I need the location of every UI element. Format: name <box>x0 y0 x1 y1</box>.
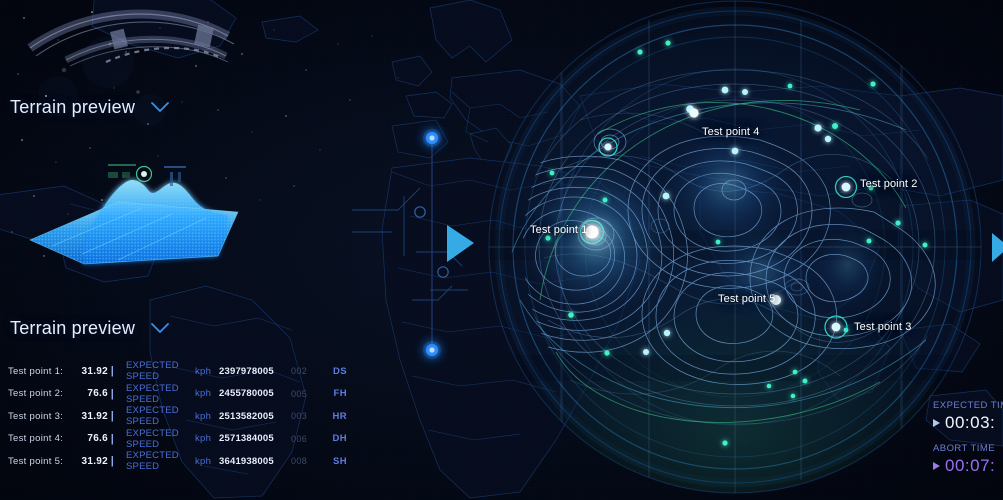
radar-label-test-point-3[interactable]: Test point 3 <box>854 321 911 333</box>
row-bar: | <box>110 455 115 468</box>
abort-time-label: ABORT TIME <box>933 443 996 454</box>
row-bar: | <box>110 365 115 378</box>
chevron-down-icon[interactable] <box>151 102 169 113</box>
row-unit: kph <box>195 365 212 377</box>
play-marker-right-icon[interactable] <box>992 233 1003 262</box>
row-code: 008 <box>291 456 308 467</box>
row-value: 31.92 <box>81 410 108 422</box>
row-bar: | <box>110 387 115 400</box>
chevron-down-icon[interactable] <box>151 323 169 334</box>
row-id: 2397978005 <box>219 365 274 377</box>
row-label: Test point 3: <box>8 410 64 422</box>
row-value: 76.6 <box>87 388 108 400</box>
terrain-hud-bits <box>108 164 186 186</box>
table-row[interactable]: Test point 2: 76.6 | EXPECTED SPEED kph … <box>8 383 360 406</box>
row-metric: EXPECTED SPEED <box>126 450 179 473</box>
row-unit: kph <box>195 410 212 422</box>
table-row[interactable]: Test point 4: 76.6 | EXPECTED SPEED kph … <box>8 428 360 451</box>
row-metric: EXPECTED SPEED <box>126 405 179 428</box>
play-triangle-icon <box>933 462 940 470</box>
table-row[interactable]: Test point 5: 31.92 | EXPECTED SPEED kph… <box>8 450 360 473</box>
row-id: 3641938005 <box>219 455 274 467</box>
row-value: 31.92 <box>81 365 108 377</box>
row-code: 006 <box>291 433 308 444</box>
radar-label-test-point-1[interactable]: Test point 1 <box>530 224 587 236</box>
expected-time-row[interactable]: 00:03: <box>933 413 1003 433</box>
row-label: Test point 2: <box>8 388 64 400</box>
play-marker-icon[interactable] <box>447 225 474 262</box>
row-value: 31.92 <box>81 455 108 467</box>
table-row[interactable]: Test point 3: 31.92 | EXPECTED SPEED kph… <box>8 405 360 428</box>
row-unit: kph <box>195 388 212 400</box>
abort-time-row[interactable]: 00:07: <box>933 456 1003 476</box>
row-label: Test point 5: <box>8 455 64 467</box>
row-label: Test point 4: <box>8 433 64 445</box>
flight-path-ribbon <box>27 9 235 67</box>
row-bar: | <box>110 432 115 445</box>
row-bar: | <box>110 410 115 423</box>
row-tag: DS <box>333 365 347 377</box>
row-tag: FH <box>333 388 347 400</box>
row-tag: SH <box>333 455 347 467</box>
row-id: 2455780005 <box>219 388 274 400</box>
row-code: 002 <box>291 366 308 377</box>
terrain-preview-panel-1-header[interactable]: Terrain preview <box>10 97 169 118</box>
ring-marker-a[interactable] <box>414 206 426 218</box>
row-unit: kph <box>195 433 212 445</box>
row-id: 2513582005 <box>219 410 274 422</box>
row-id: 2571384005 <box>219 433 274 445</box>
row-tag: DH <box>332 433 347 445</box>
panel-title: Terrain preview <box>10 97 136 117</box>
panel-title: Terrain preview <box>10 318 136 338</box>
row-metric: EXPECTED SPEED <box>126 427 179 450</box>
radar-label-test-point-4[interactable]: Test point 4 <box>702 126 759 138</box>
radar-label-test-point-2[interactable]: Test point 2 <box>860 178 917 190</box>
test-point-table: Test point 1: 31.92 | EXPECTED SPEED kph… <box>8 360 360 473</box>
app-stage: Terrain preview Terrain preview Test poi… <box>0 0 1003 500</box>
row-code: 003 <box>291 411 308 422</box>
row-metric: EXPECTED SPEED <box>126 382 179 405</box>
row-metric: EXPECTED SPEED <box>126 360 179 383</box>
terrain-preview-panel-2-header[interactable]: Terrain preview <box>10 318 169 339</box>
play-triangle-icon <box>933 419 940 427</box>
row-code: 005 <box>291 388 308 399</box>
timer-panel: EXPECTED TIME 00:03: ABORT TIME 00:07: <box>933 400 1003 486</box>
row-value: 76.6 <box>87 433 108 445</box>
terrain-3d-preview[interactable] <box>22 152 252 282</box>
row-label: Test point 1: <box>8 365 64 377</box>
row-unit: kph <box>195 455 212 467</box>
table-row[interactable]: Test point 1: 31.92 | EXPECTED SPEED kph… <box>8 360 360 383</box>
expected-time-label: EXPECTED TIME <box>933 400 1003 411</box>
radar-label-test-point-5[interactable]: Test point 5 <box>718 293 775 305</box>
expected-time-value: 00:03: <box>945 413 996 432</box>
row-tag: HR <box>332 410 347 422</box>
waypoint-link <box>423 129 441 359</box>
ring-marker-b[interactable] <box>437 266 449 278</box>
abort-time-value: 00:07: <box>945 456 996 475</box>
